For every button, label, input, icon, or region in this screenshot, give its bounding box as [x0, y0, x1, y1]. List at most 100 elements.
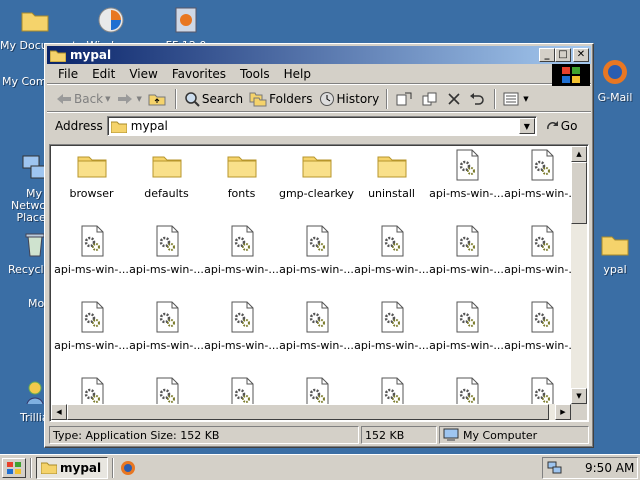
views-button[interactable]: ▼ — [500, 88, 531, 110]
title-bar[interactable]: mypal _ □ ✕ — [47, 46, 591, 64]
file-name: api-ms-win-... — [204, 339, 279, 352]
file-item[interactable]: api-ms-win-... — [279, 301, 354, 365]
horizontal-scrollbar[interactable]: ◀ ▶ — [51, 404, 571, 420]
installer-icon — [170, 4, 202, 36]
file-list-pane[interactable]: browser defaults fonts gmp-clearkey uninstal… — [49, 144, 589, 422]
network-tray-icon[interactable] — [547, 461, 563, 475]
horizontal-scroll-thumb[interactable] — [67, 404, 549, 420]
file-name: api-ms-win-... — [129, 263, 204, 276]
desktop-icon-gmail[interactable]: G-Mail — [590, 56, 640, 104]
toolbar-separator — [174, 88, 177, 109]
file-item[interactable]: api-ms-win-... — [54, 225, 129, 289]
start-button[interactable] — [2, 457, 26, 478]
file-item[interactable]: api-ms-win-... — [429, 301, 504, 365]
file-item[interactable]: api-ms-win-... — [279, 225, 354, 289]
file-name: api-ms-win-... — [504, 339, 579, 352]
file-name: api-ms-win-... — [354, 339, 429, 352]
folder-item[interactable]: uninstall — [354, 149, 429, 213]
folder-icon — [226, 149, 258, 181]
file-name: api-ms-win-... — [354, 263, 429, 276]
search-button[interactable]: Search — [181, 88, 246, 110]
folder-item[interactable]: fonts — [204, 149, 279, 213]
file-item[interactable]: api-ms-win-... — [129, 301, 204, 365]
address-value: mypal — [130, 119, 168, 133]
dll-file-icon — [226, 225, 258, 257]
scroll-right-button[interactable]: ▶ — [555, 404, 571, 420]
dll-file-icon — [376, 301, 408, 333]
dll-file-icon — [301, 301, 333, 333]
file-item[interactable]: api-ms-win-... — [429, 225, 504, 289]
toolbar-separator — [386, 88, 389, 109]
menu-file[interactable]: File — [51, 67, 85, 81]
up-folder-icon — [148, 94, 166, 105]
address-label: Address — [55, 119, 103, 133]
dll-file-icon — [451, 225, 483, 257]
taskbar: mypal 9:50 AM — [0, 454, 640, 480]
forward-button[interactable]: ▼ — [114, 88, 145, 110]
delete-button[interactable] — [444, 88, 466, 110]
file-item[interactable]: api-ms-win-... — [204, 225, 279, 289]
dll-file-icon — [451, 149, 483, 181]
folder-icon — [151, 149, 183, 181]
menu-edit[interactable]: Edit — [85, 67, 122, 81]
desktop-icon-ff[interactable]: FF 12.0 — [151, 4, 221, 44]
move-to-button[interactable] — [392, 88, 418, 110]
close-button[interactable]: ✕ — [573, 48, 589, 62]
file-item[interactable]: api-ms-win-... — [54, 301, 129, 365]
file-name: gmp-clearkey — [278, 187, 355, 200]
history-button[interactable]: History — [316, 88, 383, 110]
undo-button[interactable] — [466, 88, 490, 110]
folder-icon — [76, 149, 108, 181]
file-item[interactable]: api-ms-win-... — [504, 149, 579, 213]
scroll-left-button[interactable]: ◀ — [51, 404, 67, 420]
copy-to-button[interactable] — [418, 88, 444, 110]
folder-item[interactable]: browser — [54, 149, 129, 213]
go-button[interactable]: Go — [545, 119, 577, 133]
folder-icon — [50, 50, 66, 62]
clock[interactable]: 9:50 AM — [585, 461, 634, 475]
desktop-icon-mypal[interactable]: ypal — [590, 228, 640, 276]
folders-button[interactable]: Folders — [246, 88, 315, 110]
file-name: api-ms-win-... — [504, 263, 579, 276]
folder-item[interactable]: defaults — [129, 149, 204, 213]
scroll-up-button[interactable]: ▲ — [571, 146, 587, 162]
desktop-icon-label: ypal — [603, 263, 627, 276]
firefox-icon — [599, 56, 631, 88]
dll-file-icon — [451, 301, 483, 333]
menu-favorites[interactable]: Favorites — [165, 67, 233, 81]
folders-icon — [249, 92, 267, 106]
file-item[interactable]: api-ms-win-... — [504, 301, 579, 365]
menu-view[interactable]: View — [122, 67, 164, 81]
file-item[interactable]: api-ms-win-... — [354, 225, 429, 289]
address-dropdown-button[interactable]: ▼ — [518, 118, 535, 134]
dll-file-icon — [226, 301, 258, 333]
scroll-down-button[interactable]: ▼ — [571, 388, 587, 404]
maximize-button[interactable]: □ — [555, 48, 571, 62]
file-item[interactable]: api-ms-win-... — [129, 225, 204, 289]
dll-file-icon — [76, 301, 108, 333]
taskbar-button-mypal[interactable]: mypal — [36, 456, 108, 479]
menu-tools[interactable]: Tools — [233, 67, 277, 81]
minimize-button[interactable]: _ — [539, 48, 555, 62]
file-item[interactable]: api-ms-win-... — [354, 301, 429, 365]
file-name: uninstall — [368, 187, 415, 200]
file-item[interactable]: api-ms-win-... — [429, 149, 504, 213]
back-button[interactable]: Back ▼ — [53, 88, 114, 110]
address-input[interactable]: mypal ▼ — [106, 116, 537, 136]
file-name: api-ms-win-... — [429, 339, 504, 352]
history-icon — [319, 91, 334, 106]
vertical-scrollbar[interactable]: ▲ ▼ — [571, 146, 587, 404]
folder-item[interactable]: gmp-clearkey — [279, 149, 354, 213]
file-name: api-ms-win-... — [279, 263, 354, 276]
file-name: browser — [69, 187, 114, 200]
quicklaunch-firefox-icon[interactable] — [118, 458, 138, 478]
file-item[interactable]: api-ms-win-... — [504, 225, 579, 289]
up-folder-button[interactable] — [145, 88, 171, 110]
desktop-icon-windows[interactable]: Windows — [76, 4, 146, 44]
vertical-scroll-thumb[interactable] — [571, 162, 587, 224]
dll-file-icon — [151, 225, 183, 257]
file-item[interactable]: api-ms-win-... — [204, 301, 279, 365]
menu-help[interactable]: Help — [277, 67, 318, 81]
folder-icon — [41, 462, 57, 474]
dll-file-icon — [76, 225, 108, 257]
